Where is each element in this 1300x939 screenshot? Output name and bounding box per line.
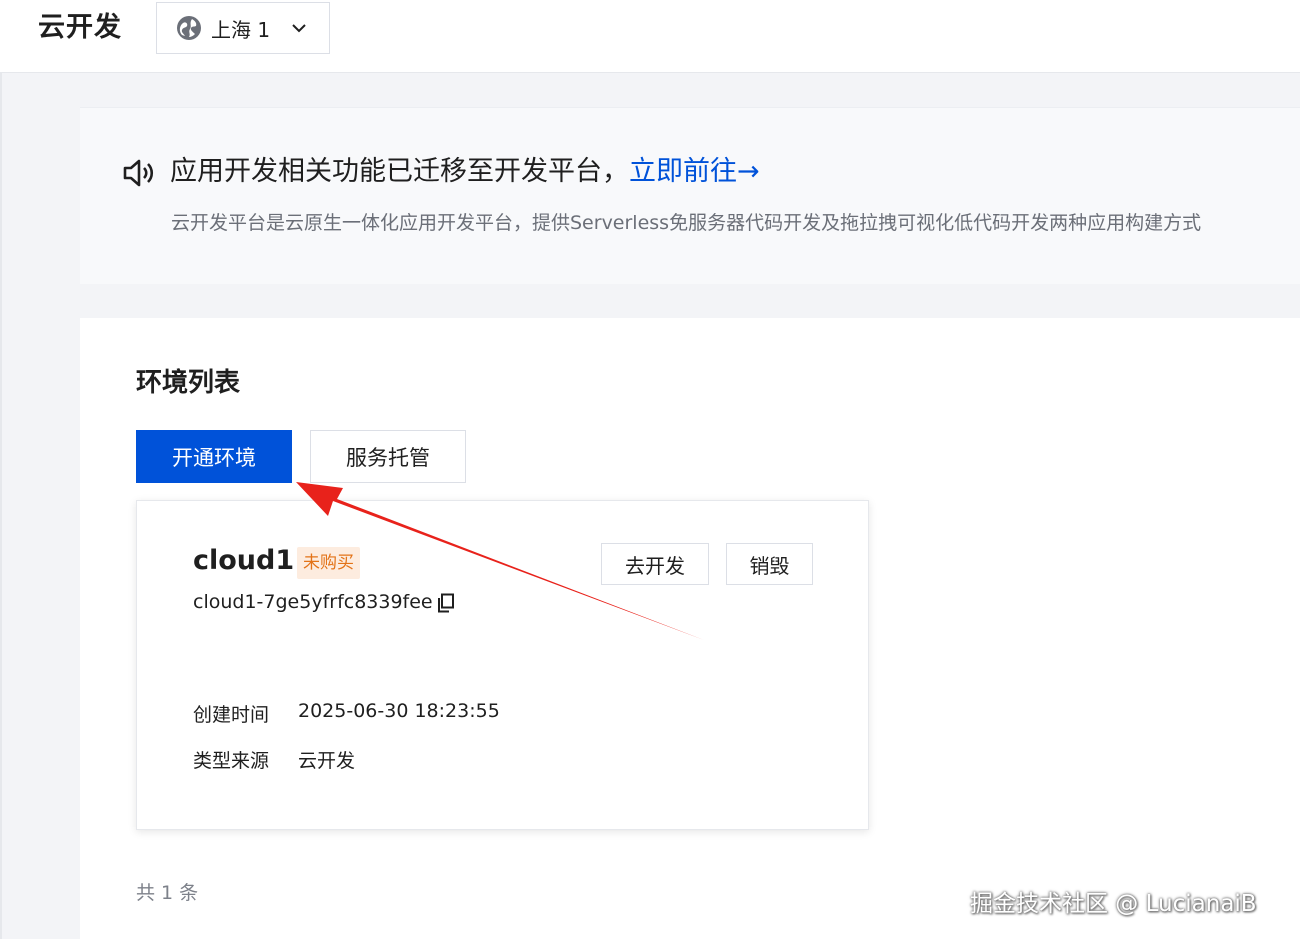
go-develop-button[interactable]: 去开发 (601, 543, 709, 585)
left-border (0, 0, 2, 939)
total-count: 共 1 条 (136, 882, 199, 904)
globe-icon (177, 16, 201, 40)
chevron-down-icon (292, 24, 306, 33)
notice-headline: 应用开发相关功能已迁移至开发平台，立即前往→ (170, 152, 760, 192)
copy-icon[interactable] (437, 593, 455, 613)
env-name: cloud1 (193, 545, 295, 576)
created-time-label: 创建时间 (193, 704, 270, 726)
region-selector[interactable]: 上海 1 (156, 2, 330, 54)
created-time-value: 2025-06-30 18:23:55 (298, 700, 500, 722)
source-type-value: 云开发 (298, 750, 356, 772)
speaker-icon (123, 159, 154, 187)
env-list-title: 环境列表 (136, 368, 241, 398)
status-badge: 未购买 (297, 547, 360, 579)
top-bar: 云开发 上海 1 (0, 0, 1300, 73)
env-list-panel: 环境列表 开通环境 服务托管 cloud1 未购买 cloud1-7ge5yfr… (80, 318, 1300, 939)
service-hosting-button[interactable]: 服务托管 (310, 430, 466, 483)
notice-description: 云开发平台是云原生一体化应用开发平台，提供Serverless免服务器代码开发及… (171, 212, 1202, 234)
destroy-button[interactable]: 销毁 (726, 543, 813, 585)
watermark: 掘金技术社区 @ LucianaiB (970, 891, 1257, 917)
go-now-link[interactable]: 立即前往→ (629, 156, 760, 187)
env-card: cloud1 未购买 cloud1-7ge5yfrfc8339fee 去开发 销… (136, 500, 869, 830)
notice-headline-text: 应用开发相关功能已迁移至开发平台， (170, 156, 629, 187)
migration-notice: 应用开发相关功能已迁移至开发平台，立即前往→ 云开发平台是云原生一体化应用开发平… (80, 107, 1300, 284)
region-label: 上海 1 (211, 17, 271, 42)
source-type-label: 类型来源 (193, 750, 270, 772)
brand-title: 云开发 (38, 12, 122, 43)
open-environment-button[interactable]: 开通环境 (136, 430, 292, 483)
env-id: cloud1-7ge5yfrfc8339fee (193, 591, 433, 613)
